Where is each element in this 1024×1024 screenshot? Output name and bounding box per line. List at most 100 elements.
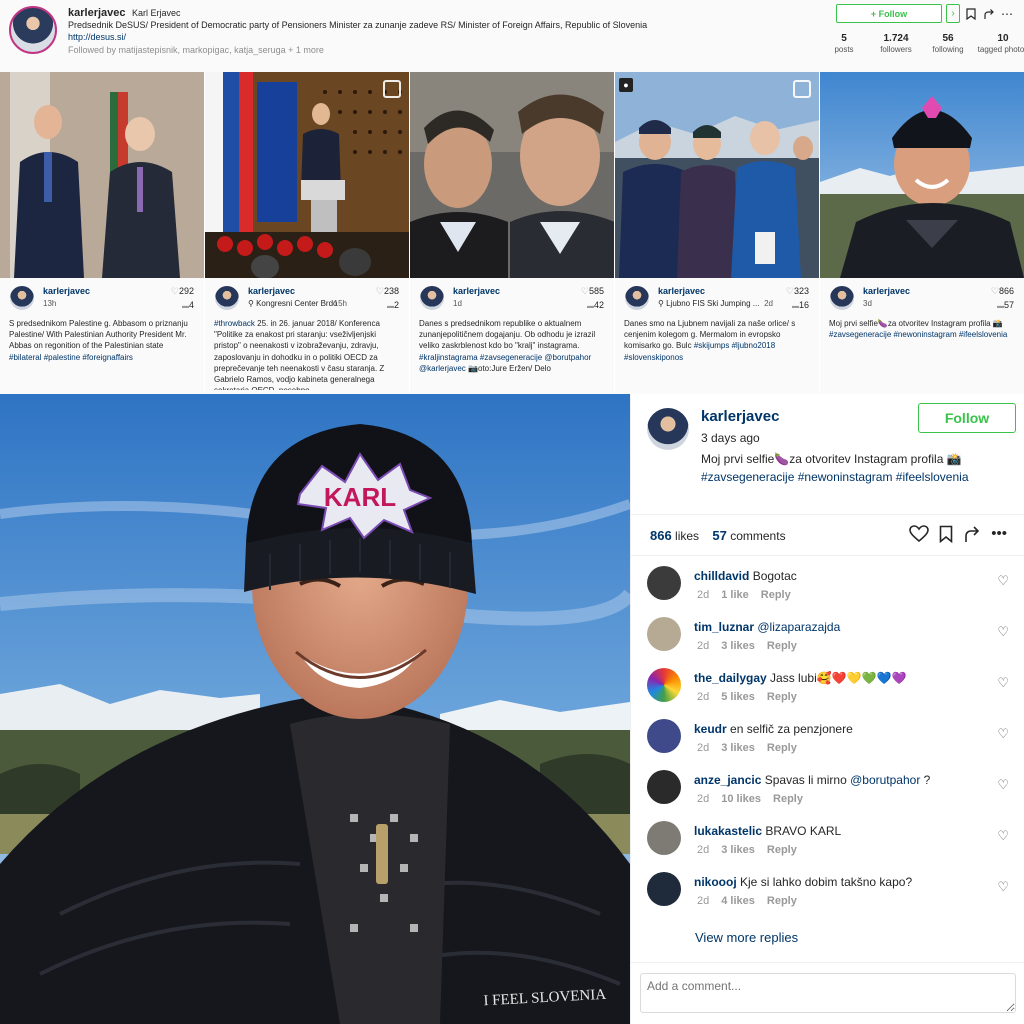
post-thumbnail[interactable]: [205, 72, 409, 278]
comment-username[interactable]: chilldavid: [694, 569, 749, 583]
heart-icon[interactable]: ♡: [997, 675, 1009, 691]
heart-icon[interactable]: ♡: [997, 828, 1009, 844]
comment-username[interactable]: tim_luznar: [694, 620, 754, 634]
caption-hashtags[interactable]: #zavsegeneracije #newoninstagram #ifeels…: [829, 330, 1007, 339]
profile-info: karlerjavec Karl Erjavec Predsednik DeSU…: [68, 7, 768, 56]
profile-website-link[interactable]: http://desus.si/: [68, 32, 126, 42]
post-meta: karlerjavec ⚲ Ljubno FIS Ski Jumping ...…: [615, 278, 819, 394]
avatar[interactable]: [647, 668, 681, 702]
post-username[interactable]: karlerjavec: [248, 286, 295, 296]
follow-button[interactable]: Follow: [918, 403, 1016, 433]
suggestions-dropdown-button[interactable]: ›: [946, 4, 960, 23]
grid-post[interactable]: karlerjavec 1d 585 42 Danes s predsednik…: [410, 72, 615, 394]
share-icon[interactable]: [963, 525, 981, 548]
grid-post[interactable]: karlerjavec ⚲ Kongresni Center Brdo 15h …: [205, 72, 410, 394]
post-thumbnail[interactable]: [820, 72, 1024, 278]
bookmark-icon[interactable]: [939, 525, 953, 548]
post-time: 1d: [453, 299, 462, 308]
stat-posts[interactable]: 5 posts: [818, 33, 870, 55]
reply-button[interactable]: Reply: [767, 895, 797, 907]
post-location[interactable]: ⚲ Kongresni Center Brdo: [248, 299, 337, 308]
heart-icon[interactable]: ♡: [997, 624, 1009, 640]
comment-username[interactable]: the_dailygay: [694, 671, 767, 685]
post-thumbnail[interactable]: ●: [615, 72, 819, 278]
comment-likes[interactable]: 1 like: [721, 589, 749, 601]
avatar[interactable]: [625, 286, 649, 310]
avatar[interactable]: [647, 872, 681, 906]
more-icon[interactable]: •••: [991, 525, 1007, 548]
profile-username[interactable]: karlerjavec: [68, 7, 126, 19]
comment-username[interactable]: nikoooj: [694, 875, 737, 889]
comment-likes[interactable]: 5 likes: [721, 691, 755, 703]
reply-button[interactable]: Reply: [767, 844, 797, 856]
comment-likes[interactable]: 10 likes: [721, 793, 761, 805]
grid-post[interactable]: karlerjavec 3d 866 57 Moj prvi selfie🍆za…: [820, 72, 1024, 394]
reply-button[interactable]: Reply: [767, 691, 797, 703]
post-photo[interactable]: KARL I FEEL SLOVENIA: [0, 394, 630, 1024]
reply-button[interactable]: Reply: [773, 793, 803, 805]
post-username[interactable]: karlerjavec: [863, 286, 910, 296]
comment-mention[interactable]: @lizaparazajda: [757, 620, 840, 634]
profile-avatar[interactable]: [9, 6, 57, 54]
stat-followers[interactable]: 1.724 followers: [870, 33, 922, 55]
reply-button[interactable]: Reply: [761, 589, 791, 601]
avatar[interactable]: [647, 408, 689, 450]
post-username[interactable]: karlerjavec: [701, 408, 779, 425]
post-location[interactable]: ⚲ Ljubno FIS Ski Jumping ...: [658, 299, 759, 308]
caption-text: Moj prvi selfie🍆za otvoritev Instagram p…: [829, 319, 1003, 328]
comment-text: tim_luznar @lizaparazajda: [694, 620, 984, 634]
comment-username[interactable]: keudr: [694, 722, 727, 736]
view-more-replies-link[interactable]: View more replies: [695, 930, 798, 945]
caption-hashtags[interactable]: #throwback: [214, 319, 255, 328]
profile-follow-button[interactable]: + Follow: [836, 4, 942, 23]
comment-mention[interactable]: @borutpahor: [850, 773, 920, 787]
grid-post[interactable]: ● karlerjavec ⚲ Ljubno FIS Ski Jumping .…: [615, 72, 820, 394]
stat-label: followers: [880, 45, 912, 54]
post-thumbnail[interactable]: [410, 72, 614, 278]
avatar[interactable]: [647, 719, 681, 753]
comment-username[interactable]: lukakastelic: [694, 824, 762, 838]
stat-following[interactable]: 56 following: [922, 33, 974, 55]
post-username[interactable]: karlerjavec: [43, 286, 90, 296]
reply-button[interactable]: Reply: [767, 640, 797, 652]
like-count: 585: [581, 286, 604, 297]
avatar[interactable]: [215, 286, 239, 310]
more-icon[interactable]: ⋯: [1000, 6, 1014, 22]
heart-icon[interactable]: [909, 525, 930, 548]
reply-button[interactable]: Reply: [767, 742, 797, 754]
add-comment-input[interactable]: [640, 973, 1016, 1013]
heart-icon[interactable]: ♡: [997, 573, 1009, 589]
caption-hashtags[interactable]: #bilateral #palestine #foreignaffairs: [9, 353, 133, 362]
profile-followed-by[interactable]: Followed by matijastepisnik, markopigac,…: [68, 44, 768, 56]
post-time: 3d: [863, 299, 872, 308]
share-icon[interactable]: [982, 6, 996, 22]
comment-time: 2d: [697, 691, 710, 703]
comments-count[interactable]: 57: [712, 528, 726, 543]
avatar[interactable]: [647, 770, 681, 804]
avatar[interactable]: [830, 286, 854, 310]
bookmark-icon[interactable]: [964, 6, 978, 22]
grid-post[interactable]: karlerjavec 13h 292 4 S predsednikom Pal…: [0, 72, 205, 394]
comment-likes[interactable]: 3 likes: [721, 640, 755, 652]
heart-icon[interactable]: ♡: [997, 879, 1009, 895]
avatar[interactable]: [10, 286, 34, 310]
heart-icon[interactable]: ♡: [997, 777, 1009, 793]
avatar[interactable]: [420, 286, 444, 310]
post-thumbnail[interactable]: [0, 72, 204, 278]
likes-count[interactable]: 866: [650, 528, 672, 543]
post-username[interactable]: karlerjavec: [453, 286, 500, 296]
comment-body: Bogotac: [752, 569, 797, 583]
caption-hashtags[interactable]: #zavsegeneracije #newoninstagram #ifeels…: [701, 470, 969, 484]
stat-tagged[interactable]: 10 tagged photos: [974, 33, 1024, 55]
stat-value: 56: [942, 33, 954, 44]
avatar[interactable]: [647, 566, 681, 600]
avatar[interactable]: [647, 821, 681, 855]
heart-icon[interactable]: ♡: [997, 726, 1009, 742]
comment-username[interactable]: anze_jancic: [694, 773, 761, 787]
comment-likes[interactable]: 4 likes: [721, 895, 755, 907]
avatar[interactable]: [647, 617, 681, 651]
comment-likes[interactable]: 3 likes: [721, 742, 755, 754]
post-username[interactable]: karlerjavec: [658, 286, 705, 296]
comment-likes[interactable]: 3 likes: [721, 844, 755, 856]
profile-header: karlerjavec Karl Erjavec Predsednik DeSU…: [0, 0, 1024, 72]
